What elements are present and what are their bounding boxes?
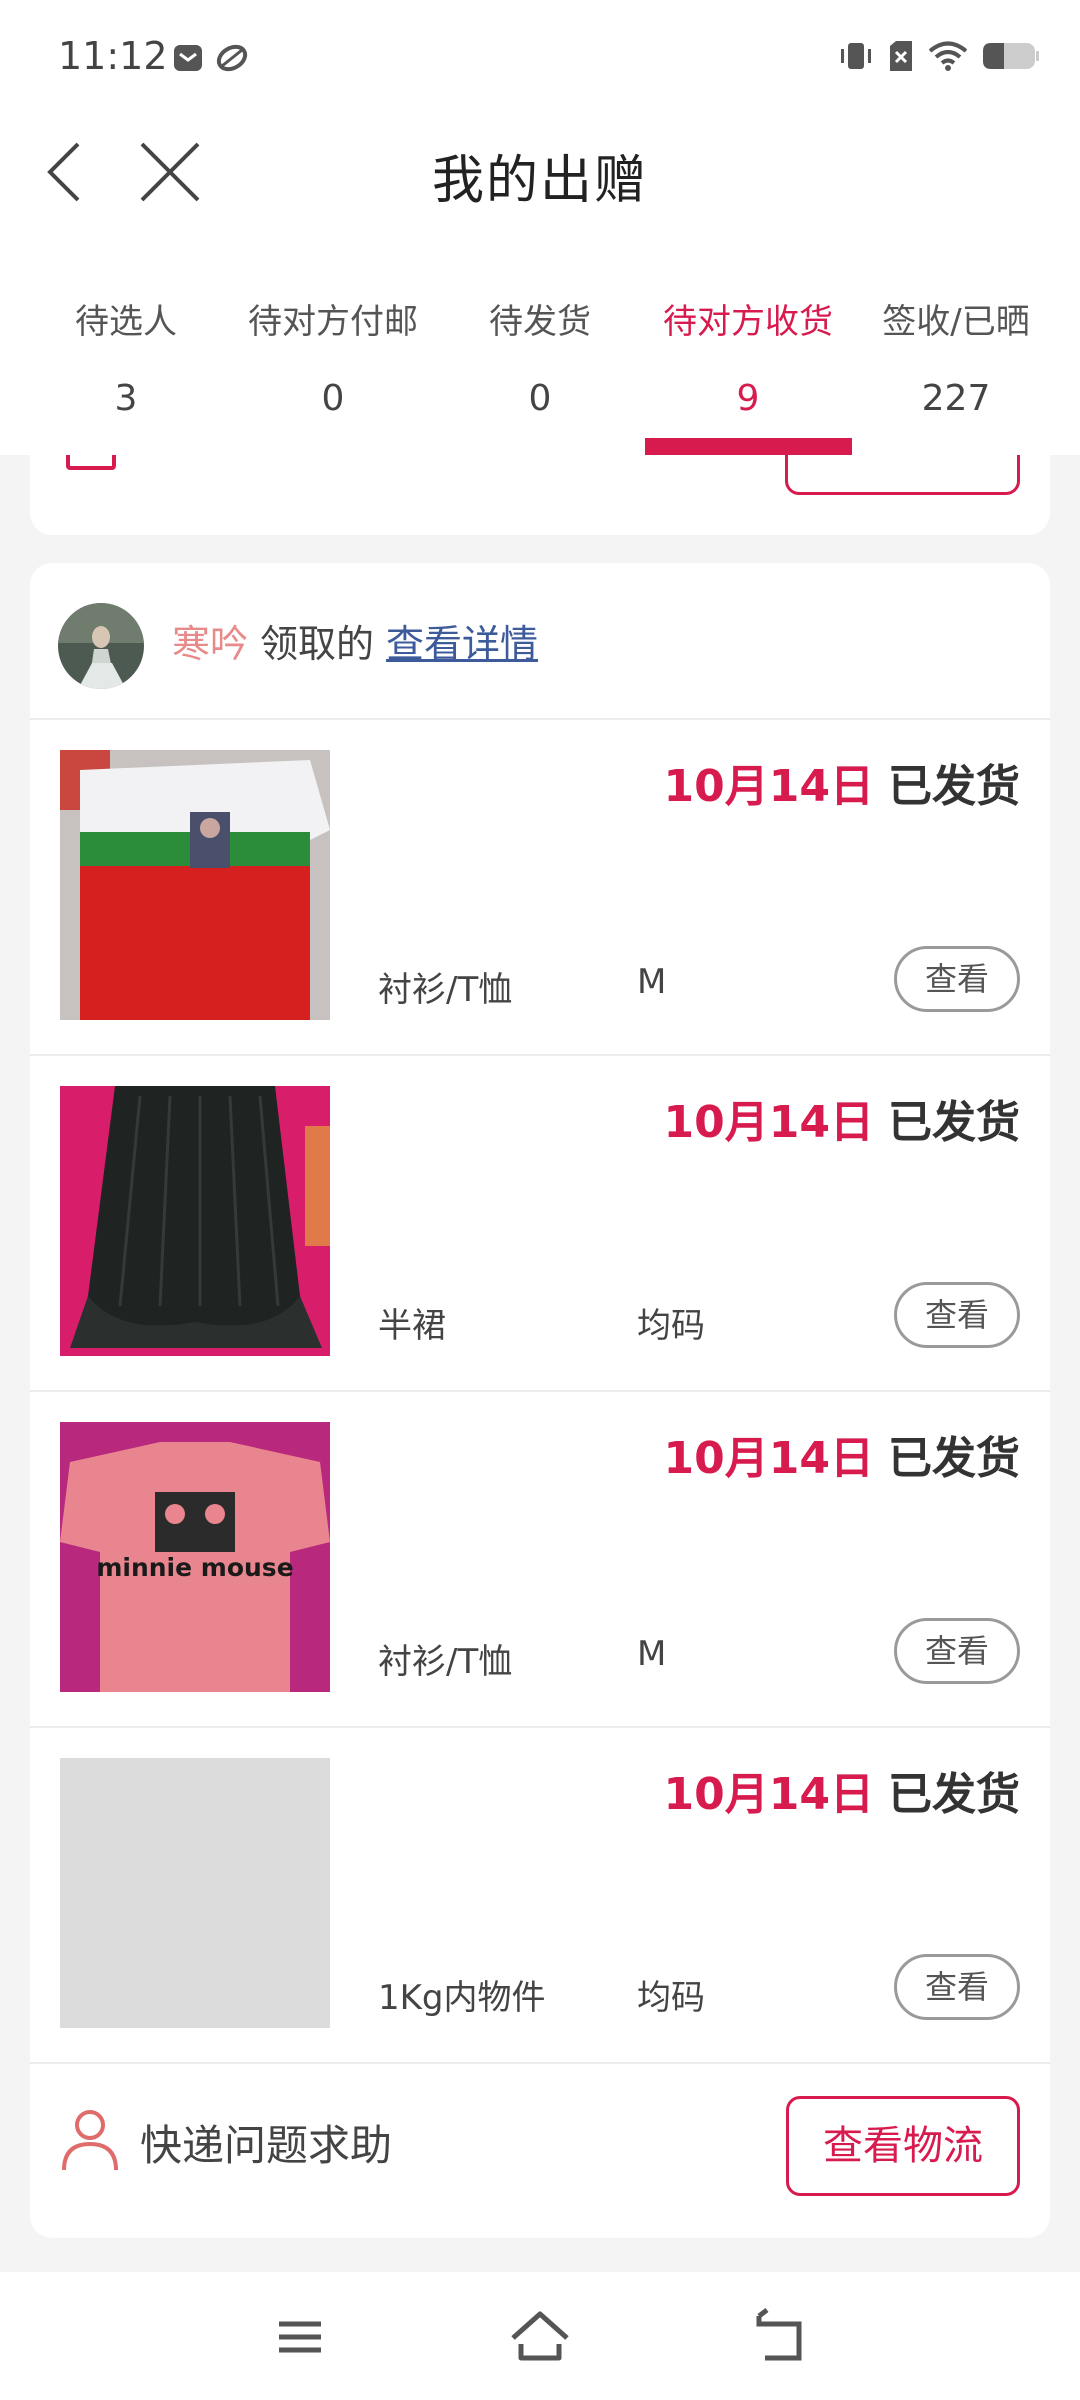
ship-state: 已发货 bbox=[888, 1097, 1020, 1148]
menu-icon[interactable] bbox=[265, 2302, 335, 2372]
page-title: 我的出赠 bbox=[431, 151, 648, 211]
view-logistics-button[interactable]: 查看物流 bbox=[786, 2096, 1020, 2196]
status-time: 11:12 bbox=[58, 34, 168, 78]
tab-pending-shipment[interactable]: 待发货 0 bbox=[432, 240, 648, 455]
ship-state: 已发货 bbox=[888, 1769, 1020, 1820]
tab-count: 3 bbox=[114, 378, 138, 419]
item-size: M bbox=[637, 962, 667, 1002]
item-thumbnail[interactable] bbox=[60, 750, 330, 1020]
view-button[interactable]: 查看 bbox=[894, 1618, 1020, 1684]
item-category: 衬衫/T恤 bbox=[378, 1642, 513, 1682]
tab-pending-postage[interactable]: 待对方付邮 0 bbox=[225, 240, 441, 455]
status-bar: 11:12 bbox=[0, 0, 1080, 110]
view-details-link[interactable]: 查看详情 bbox=[386, 622, 538, 666]
tab-pending-receipt[interactable]: 待对方收货 9 bbox=[640, 240, 856, 455]
avatar[interactable] bbox=[58, 603, 144, 689]
ship-date: 10月14日 bbox=[663, 1097, 874, 1148]
list-item[interactable]: minnie mouse 10月14日 已发货 衬衫/T恤 M 查看 bbox=[30, 1392, 1050, 1728]
item-status: 10月14日 已发货 bbox=[664, 1086, 1020, 1150]
tab-count: 0 bbox=[528, 378, 552, 419]
recipient-line: 寒吟 领取的 查看详情 bbox=[172, 613, 538, 668]
tab-label: 待选人 bbox=[75, 302, 177, 342]
list-item[interactable]: 10月14日 已发货 半裙 均码 查看 bbox=[30, 1056, 1050, 1392]
item-category: 半裙 bbox=[378, 1306, 446, 1346]
item-category: 衬衫/T恤 bbox=[378, 970, 513, 1010]
system-nav-bar bbox=[0, 2272, 1080, 2400]
view-button[interactable]: 查看 bbox=[894, 1282, 1020, 1348]
recipient-suffix: 领取的 bbox=[260, 622, 375, 666]
list-item[interactable]: 10月14日 已发货 1Kg内物件 均码 查看 bbox=[30, 1728, 1050, 2064]
item-size: 均码 bbox=[637, 1306, 705, 1346]
vibrate-icon bbox=[841, 43, 871, 69]
item-status: 10月14日 已发货 bbox=[664, 1758, 1020, 1822]
item-thumbnail[interactable]: minnie mouse bbox=[60, 1422, 330, 1692]
card-footer: 快递问题求助 查看物流 bbox=[30, 2064, 1050, 2238]
item-size: M bbox=[637, 1634, 667, 1674]
person-icon[interactable] bbox=[60, 2108, 120, 2172]
tab-label: 待对方付邮 bbox=[248, 302, 418, 342]
ship-date: 10月14日 bbox=[663, 761, 874, 812]
item-thumbnail-placeholder[interactable] bbox=[60, 1758, 330, 2028]
active-tab-indicator bbox=[645, 438, 852, 455]
tab-received[interactable]: 签收/已晒 227 bbox=[848, 240, 1064, 455]
tab-count: 0 bbox=[321, 378, 345, 419]
item-status: 10月14日 已发货 bbox=[664, 1422, 1020, 1486]
tab-label: 待对方收货 bbox=[663, 302, 833, 342]
mail-icon bbox=[174, 45, 202, 71]
view-button[interactable]: 查看 bbox=[894, 1954, 1020, 2020]
gift-card: 寒吟 领取的 查看详情 10月14日 已发货 衬衫/T恤 M 查看 10月14日… bbox=[30, 563, 1050, 2238]
status-tabs: 待选人 3 待对方付邮 0 待发货 0 待对方收货 9 签收/已晒 227 bbox=[0, 240, 1080, 455]
item-thumbnail[interactable] bbox=[60, 1086, 330, 1356]
list-item[interactable]: 10月14日 已发货 衬衫/T恤 M 查看 bbox=[30, 720, 1050, 1056]
recipient-row: 寒吟 领取的 查看详情 bbox=[30, 563, 1050, 720]
tab-count: 9 bbox=[736, 378, 760, 419]
tab-count: 227 bbox=[921, 378, 991, 419]
no-sim-icon bbox=[890, 41, 912, 71]
ship-state: 已发货 bbox=[888, 761, 1020, 812]
wifi-icon bbox=[928, 41, 968, 71]
title-bar: 我的出赠 bbox=[0, 110, 1080, 240]
ship-state: 已发货 bbox=[888, 1433, 1020, 1484]
leaf-icon bbox=[216, 44, 248, 72]
recipient-name[interactable]: 寒吟 bbox=[172, 622, 248, 666]
item-category: 1Kg内物件 bbox=[378, 1978, 546, 2018]
delivery-help-link[interactable]: 快递问题求助 bbox=[140, 2112, 392, 2173]
tab-label: 签收/已晒 bbox=[882, 302, 1030, 342]
home-icon[interactable] bbox=[505, 2302, 575, 2372]
tab-pending-selection[interactable]: 待选人 3 bbox=[18, 240, 234, 455]
ship-date: 10月14日 bbox=[663, 1769, 874, 1820]
back-icon[interactable] bbox=[745, 2302, 815, 2372]
thumb-print: minnie mouse bbox=[96, 1553, 293, 1582]
battery-icon bbox=[983, 43, 1039, 69]
item-size: 均码 bbox=[637, 1978, 705, 2018]
ship-date: 10月14日 bbox=[663, 1433, 874, 1484]
view-button[interactable]: 查看 bbox=[894, 946, 1020, 1012]
tab-label: 待发货 bbox=[489, 302, 591, 342]
item-status: 10月14日 已发货 bbox=[664, 750, 1020, 814]
